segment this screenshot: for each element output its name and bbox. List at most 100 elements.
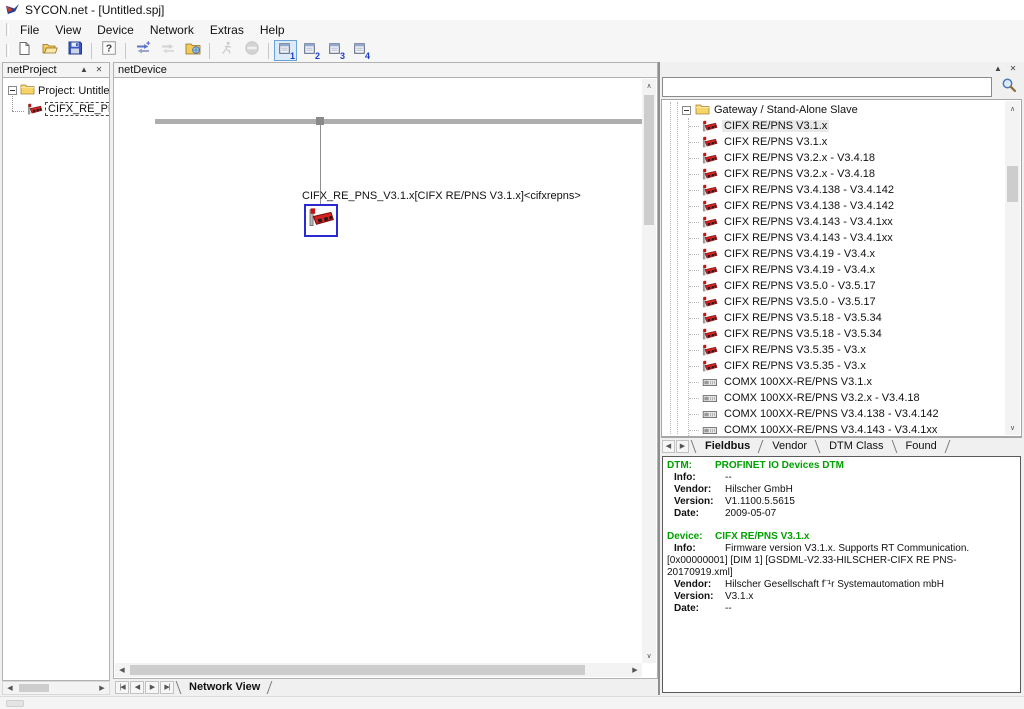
- window-layout-4-button[interactable]: 4: [349, 40, 372, 61]
- first-view-button[interactable]: |◀: [115, 681, 129, 694]
- canvas-vertical-scrollbar[interactable]: ∧ ∨: [642, 79, 656, 663]
- network-catalog-button[interactable]: [181, 40, 204, 61]
- panel-close-button[interactable]: ✕: [93, 64, 105, 76]
- info-row: Vendor:Hilscher GmbH: [667, 484, 1016, 496]
- cifx-device-icon: [308, 207, 335, 234]
- catalog-item[interactable]: COMX 100XX-RE/PNS V3.4.143 - V3.4.1xx: [662, 422, 1021, 437]
- window-layout-2-button[interactable]: 2: [299, 40, 322, 61]
- delete-device-button[interactable]: [156, 40, 179, 61]
- panel-splitter[interactable]: [658, 62, 660, 695]
- scroll-track[interactable]: [17, 682, 95, 694]
- window-layout-1-button[interactable]: 1: [274, 40, 297, 61]
- catalog-item[interactable]: CIFX RE/PNS V3.5.18 - V3.5.34: [662, 310, 1021, 326]
- catalog-item[interactable]: CIFX RE/PNS V3.5.0 - V3.5.17: [662, 278, 1021, 294]
- scroll-left-button[interactable]: ◀: [3, 682, 17, 694]
- open-project-button[interactable]: [38, 40, 61, 61]
- scroll-track[interactable]: [1005, 116, 1020, 420]
- help-button[interactable]: ?: [97, 40, 120, 61]
- insert-device-button[interactable]: +: [131, 40, 154, 61]
- catalog-item[interactable]: CIFX RE/PNS V3.2.x - V3.4.18: [662, 150, 1021, 166]
- scroll-down-button[interactable]: ∨: [642, 649, 656, 663]
- tab-vendor[interactable]: Vendor: [765, 440, 814, 452]
- catalog-item[interactable]: CIFX RE/PNS V3.4.138 - V3.4.142: [662, 198, 1021, 214]
- window-layout-3-button[interactable]: 3: [324, 40, 347, 61]
- scroll-thumb[interactable]: [1007, 166, 1018, 202]
- project-device-node[interactable]: CIFX_RE_PN: [3, 98, 109, 116]
- collapse-expander-icon[interactable]: [8, 86, 17, 95]
- menu-help[interactable]: Help: [252, 22, 293, 38]
- scroll-up-button[interactable]: ∧: [1005, 101, 1020, 116]
- project-horizontal-scrollbar[interactable]: ◀ ▶: [2, 681, 110, 695]
- catalog-vertical-scrollbar[interactable]: ∧ ∨: [1005, 101, 1020, 435]
- bus-line[interactable]: [155, 119, 644, 124]
- menu-grip: [6, 23, 9, 36]
- scroll-down-button[interactable]: ∨: [1005, 420, 1020, 435]
- tab-network-view[interactable]: Network View: [183, 681, 266, 693]
- cifx-device-icon: [702, 184, 718, 197]
- prev-view-button[interactable]: ◀: [130, 681, 144, 694]
- dock-pin-button[interactable]: ▲: [78, 64, 90, 76]
- next-view-button[interactable]: ▶: [145, 681, 159, 694]
- catalog-item[interactable]: CIFX RE/PNS V3.5.18 - V3.5.34: [662, 326, 1021, 342]
- catalog-item-label: CIFX RE/PNS V3.4.143 - V3.4.1xx: [722, 216, 895, 228]
- menu-device[interactable]: Device: [89, 22, 142, 38]
- menu-network[interactable]: Network: [142, 22, 202, 38]
- menu-extras[interactable]: Extras: [202, 22, 252, 38]
- save-project-button[interactable]: [63, 40, 86, 61]
- catalog-item[interactable]: CIFX RE/PNS V3.4.19 - V3.4.x: [662, 246, 1021, 262]
- catalog-item[interactable]: CIFX RE/PNS V3.1.x: [662, 118, 1021, 134]
- scroll-track[interactable]: [642, 93, 656, 649]
- catalog-item-label: CIFX RE/PNS V3.2.x - V3.4.18: [722, 152, 877, 164]
- catalog-item[interactable]: CIFX RE/PNS V3.4.19 - V3.4.x: [662, 262, 1021, 278]
- catalog-item[interactable]: CIFX RE/PNS V3.4.138 - V3.4.142: [662, 182, 1021, 198]
- catalog-item[interactable]: CIFX RE/PNS V3.5.0 - V3.5.17: [662, 294, 1021, 310]
- canvas-horizontal-scrollbar[interactable]: ◀ ▶: [115, 663, 642, 677]
- scroll-thumb[interactable]: [644, 95, 654, 225]
- catalog-item[interactable]: CIFX RE/PNS V3.1.x: [662, 134, 1021, 150]
- window-title: SYCON.net - [Untitled.spj]: [25, 3, 164, 17]
- scroll-right-button[interactable]: ▶: [95, 682, 109, 694]
- catalog-item-label: CIFX RE/PNS V3.5.35 - V3.x: [722, 344, 868, 356]
- scroll-thumb[interactable]: [130, 665, 585, 675]
- catalog-item[interactable]: COMX 100XX-RE/PNS V3.1.x: [662, 374, 1021, 390]
- project-root-node[interactable]: Project: Untitled: [3, 78, 109, 98]
- scroll-right-button[interactable]: ▶: [628, 663, 642, 677]
- tab-dtm-class[interactable]: DTM Class: [822, 440, 890, 452]
- tabs-scroll-right-button[interactable]: ▶: [676, 440, 689, 453]
- search-input[interactable]: [662, 77, 992, 97]
- new-project-button[interactable]: [13, 40, 36, 61]
- tab-fieldbus[interactable]: Fieldbus: [698, 440, 757, 452]
- scroll-track[interactable]: [129, 663, 628, 677]
- catalog-item[interactable]: CIFX RE/PNS V3.2.x - V3.4.18: [662, 166, 1021, 182]
- search-button[interactable]: [996, 77, 1021, 97]
- catalog-item-label: CIFX RE/PNS V3.1.x: [722, 136, 829, 148]
- catalog-root-node[interactable]: Gateway / Stand-Alone Slave: [662, 102, 1021, 118]
- collapse-expander-icon[interactable]: [682, 106, 691, 115]
- catalog-item[interactable]: COMX 100XX-RE/PNS V3.2.x - V3.4.18: [662, 390, 1021, 406]
- network-canvas[interactable]: CIFX_RE_PNS_V3.1.x[CIFX RE/PNS V3.1.x]<c…: [113, 78, 658, 679]
- cifx-device-icon: [702, 120, 718, 133]
- menu-view[interactable]: View: [47, 22, 89, 38]
- panel-close-button[interactable]: ✕: [1007, 63, 1019, 75]
- scroll-thumb[interactable]: [19, 684, 49, 692]
- stop-debug-button[interactable]: [240, 40, 263, 61]
- last-view-button[interactable]: ▶|: [160, 681, 174, 694]
- scroll-up-button[interactable]: ∧: [642, 79, 656, 93]
- catalog-item[interactable]: CIFX RE/PNS V3.5.35 - V3.x: [662, 342, 1021, 358]
- catalog-item[interactable]: CIFX RE/PNS V3.4.143 - V3.4.1xx: [662, 214, 1021, 230]
- tab-found[interactable]: Found: [899, 440, 944, 452]
- menu-file[interactable]: File: [12, 22, 47, 38]
- catalog-item[interactable]: CIFX RE/PNS V3.5.35 - V3.x: [662, 358, 1021, 374]
- device-node[interactable]: [304, 204, 338, 237]
- info-row-label: Info:: [667, 472, 725, 484]
- catalog-item[interactable]: COMX 100XX-RE/PNS V3.4.138 - V3.4.142: [662, 406, 1021, 422]
- project-tree: Project: Untitled CIFX_RE_PN: [2, 78, 110, 681]
- start-debug-button[interactable]: [215, 40, 238, 61]
- catalog-item[interactable]: CIFX RE/PNS V3.4.143 - V3.4.1xx: [662, 230, 1021, 246]
- dock-pin-button[interactable]: ▲: [992, 63, 1004, 75]
- scroll-left-button[interactable]: ◀: [115, 663, 129, 677]
- tabs-scroll-left-button[interactable]: ◀: [662, 440, 675, 453]
- tree-guide: [12, 96, 13, 111]
- delete-device-icon: [160, 41, 176, 60]
- cifx-device-icon: [27, 103, 43, 116]
